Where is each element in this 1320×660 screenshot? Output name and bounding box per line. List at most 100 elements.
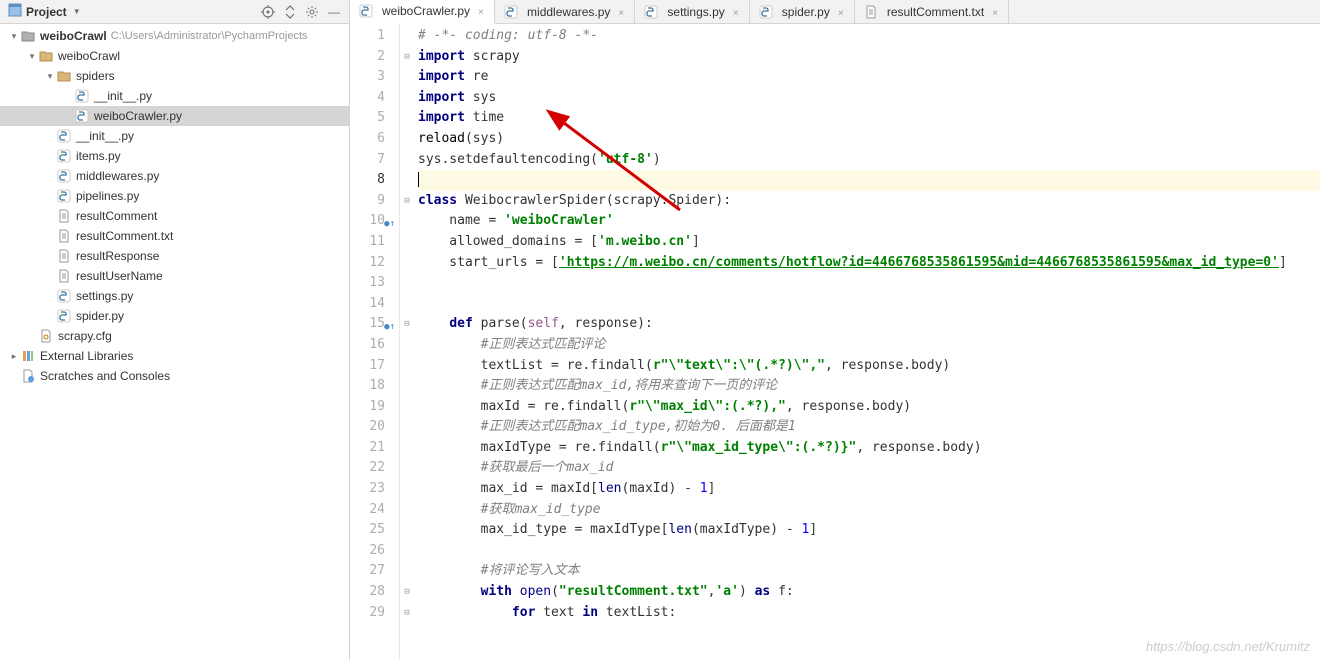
fold-icon xyxy=(400,26,414,47)
tree-item[interactable]: pipelines.py xyxy=(0,186,349,206)
code-line[interactable] xyxy=(418,294,1320,315)
code-line[interactable]: reload(sys) xyxy=(418,129,1320,150)
code-line[interactable]: sys.setdefaultencoding('utf-8') xyxy=(418,150,1320,171)
tree-item[interactable]: items.py xyxy=(0,146,349,166)
dropdown-arrow-icon: ▼ xyxy=(73,7,81,16)
tree-item[interactable]: ▾weiboCrawlC:\Users\Administrator\Pychar… xyxy=(0,26,349,46)
code-line[interactable]: import scrapy xyxy=(418,47,1320,68)
fold-icon xyxy=(400,294,414,315)
code-line[interactable] xyxy=(418,273,1320,294)
override-icon[interactable]: ●↑ xyxy=(384,214,395,235)
code-line[interactable]: start_urls = ['https://m.weibo.cn/commen… xyxy=(418,253,1320,274)
code-editor[interactable]: 12345678910●↑1112131415●↑161718192021222… xyxy=(350,24,1320,660)
editor-tab[interactable]: middlewares.py× xyxy=(495,0,635,23)
code-line[interactable]: class WeibocrawlerSpider(scrapy.Spider): xyxy=(418,191,1320,212)
tree-item[interactable]: __init__.py xyxy=(0,126,349,146)
close-icon[interactable]: × xyxy=(618,8,626,16)
tree-label: settings.py xyxy=(76,289,133,303)
code-line[interactable]: name = 'weiboCrawler' xyxy=(418,211,1320,232)
project-tool-title[interactable]: Project ▼ xyxy=(8,3,261,20)
code-line[interactable]: for text in textList: xyxy=(418,603,1320,624)
close-icon[interactable]: × xyxy=(838,8,846,16)
close-icon[interactable]: × xyxy=(478,7,486,15)
line-number: 10●↑ xyxy=(350,211,385,232)
code-line[interactable]: textList = re.findall(r"\"text\":\"(.*?)… xyxy=(418,356,1320,377)
tree-item[interactable]: middlewares.py xyxy=(0,166,349,186)
fold-icon[interactable]: ⊟ xyxy=(400,603,414,624)
code-line[interactable]: with open("resultComment.txt",'a') as f: xyxy=(418,582,1320,603)
code-line[interactable]: #正则表达式匹配max_id_type,初始为0. 后面都是1 xyxy=(418,417,1320,438)
twisty-icon[interactable]: ▸ xyxy=(8,351,20,362)
tree-label: resultUserName xyxy=(76,269,163,283)
code-line[interactable]: maxId = re.findall(r"\"max_id\":(.*?),",… xyxy=(418,397,1320,418)
code-line[interactable]: max_id = maxId[len(maxId) - 1] xyxy=(418,479,1320,500)
editor-area: weiboCrawler.py×middlewares.py×settings.… xyxy=(350,0,1320,660)
code-line[interactable]: #获取最后一个max_id xyxy=(418,458,1320,479)
twisty-icon[interactable]: ▾ xyxy=(8,31,20,42)
code-line[interactable] xyxy=(418,541,1320,562)
gear-icon[interactable] xyxy=(305,5,319,19)
code-line[interactable]: import time xyxy=(418,108,1320,129)
line-number: 11 xyxy=(350,232,385,253)
tree-item[interactable]: spider.py xyxy=(0,306,349,326)
code-line[interactable]: def parse(self, response): xyxy=(418,314,1320,335)
line-number: 28 xyxy=(350,582,385,603)
fold-icon[interactable]: ⊟ xyxy=(400,191,414,212)
tree-item[interactable]: ▾spiders xyxy=(0,66,349,86)
fold-icon[interactable]: ⊟ xyxy=(400,47,414,68)
code-line[interactable]: allowed_domains = ['m.weibo.cn'] xyxy=(418,232,1320,253)
editor-tab[interactable]: settings.py× xyxy=(635,0,749,23)
code-line[interactable]: #获取max_id_type xyxy=(418,500,1320,521)
project-icon xyxy=(8,3,22,20)
editor-tab[interactable]: spider.py× xyxy=(750,0,855,23)
line-number: 20 xyxy=(350,417,385,438)
code-line[interactable]: #正则表达式匹配max_id,将用来查询下一页的评论 xyxy=(418,376,1320,397)
locate-icon[interactable] xyxy=(261,5,275,19)
tree-item[interactable]: resultComment xyxy=(0,206,349,226)
project-tree[interactable]: ▾weiboCrawlC:\Users\Administrator\Pychar… xyxy=(0,24,349,660)
code-line[interactable]: max_id_type = maxIdType[len(maxIdType) -… xyxy=(418,520,1320,541)
code-line[interactable]: maxIdType = re.findall(r"\"max_id_type\"… xyxy=(418,438,1320,459)
close-icon[interactable]: × xyxy=(733,8,741,16)
line-number: 6 xyxy=(350,129,385,150)
tree-item[interactable]: resultResponse xyxy=(0,246,349,266)
fold-icon[interactable]: ⊟ xyxy=(400,314,414,335)
txt-icon xyxy=(56,248,72,264)
line-number: 1 xyxy=(350,26,385,47)
twisty-icon[interactable]: ▾ xyxy=(26,51,38,62)
tree-label: Scratches and Consoles xyxy=(40,369,170,383)
tree-item[interactable]: weiboCrawler.py xyxy=(0,106,349,126)
tree-item[interactable]: ▸External Libraries xyxy=(0,346,349,366)
tree-item[interactable]: resultComment.txt xyxy=(0,226,349,246)
override-icon[interactable]: ●↑ xyxy=(384,317,395,338)
py-icon xyxy=(56,308,72,324)
fold-icon xyxy=(400,397,414,418)
folder-root-icon xyxy=(20,28,36,44)
tree-item[interactable]: ▾weiboCrawl xyxy=(0,46,349,66)
fold-icon xyxy=(400,253,414,274)
code-line[interactable]: import sys xyxy=(418,88,1320,109)
code-line[interactable]: #正则表达式匹配评论 xyxy=(418,335,1320,356)
tree-item[interactable]: resultUserName xyxy=(0,266,349,286)
tree-item[interactable]: __init__.py xyxy=(0,86,349,106)
fold-icon[interactable]: ⊟ xyxy=(400,582,414,603)
tree-item[interactable]: settings.py xyxy=(0,286,349,306)
editor-tab[interactable]: weiboCrawler.py× xyxy=(350,0,495,24)
tree-label: middlewares.py xyxy=(76,169,159,183)
line-number: 8 xyxy=(350,170,385,191)
code-line[interactable]: # -*- coding: utf-8 -*- xyxy=(418,26,1320,47)
expand-all-icon[interactable] xyxy=(283,5,297,19)
code-line[interactable]: import re xyxy=(418,67,1320,88)
tree-item[interactable]: scrapy.cfg xyxy=(0,326,349,346)
hide-icon[interactable]: — xyxy=(327,5,341,19)
tree-item[interactable]: Scratches and Consoles xyxy=(0,366,349,386)
line-gutter: 12345678910●↑1112131415●↑161718192021222… xyxy=(350,24,400,660)
close-icon[interactable]: × xyxy=(992,8,1000,16)
twisty-icon[interactable]: ▾ xyxy=(44,71,56,82)
code-line[interactable]: #将评论写入文本 xyxy=(418,561,1320,582)
py-icon xyxy=(56,188,72,204)
code-content[interactable]: # -*- coding: utf-8 -*-import scrapyimpo… xyxy=(414,24,1320,660)
editor-tab[interactable]: resultComment.txt× xyxy=(855,0,1009,23)
code-line[interactable] xyxy=(418,170,1320,191)
line-number: 26 xyxy=(350,541,385,562)
